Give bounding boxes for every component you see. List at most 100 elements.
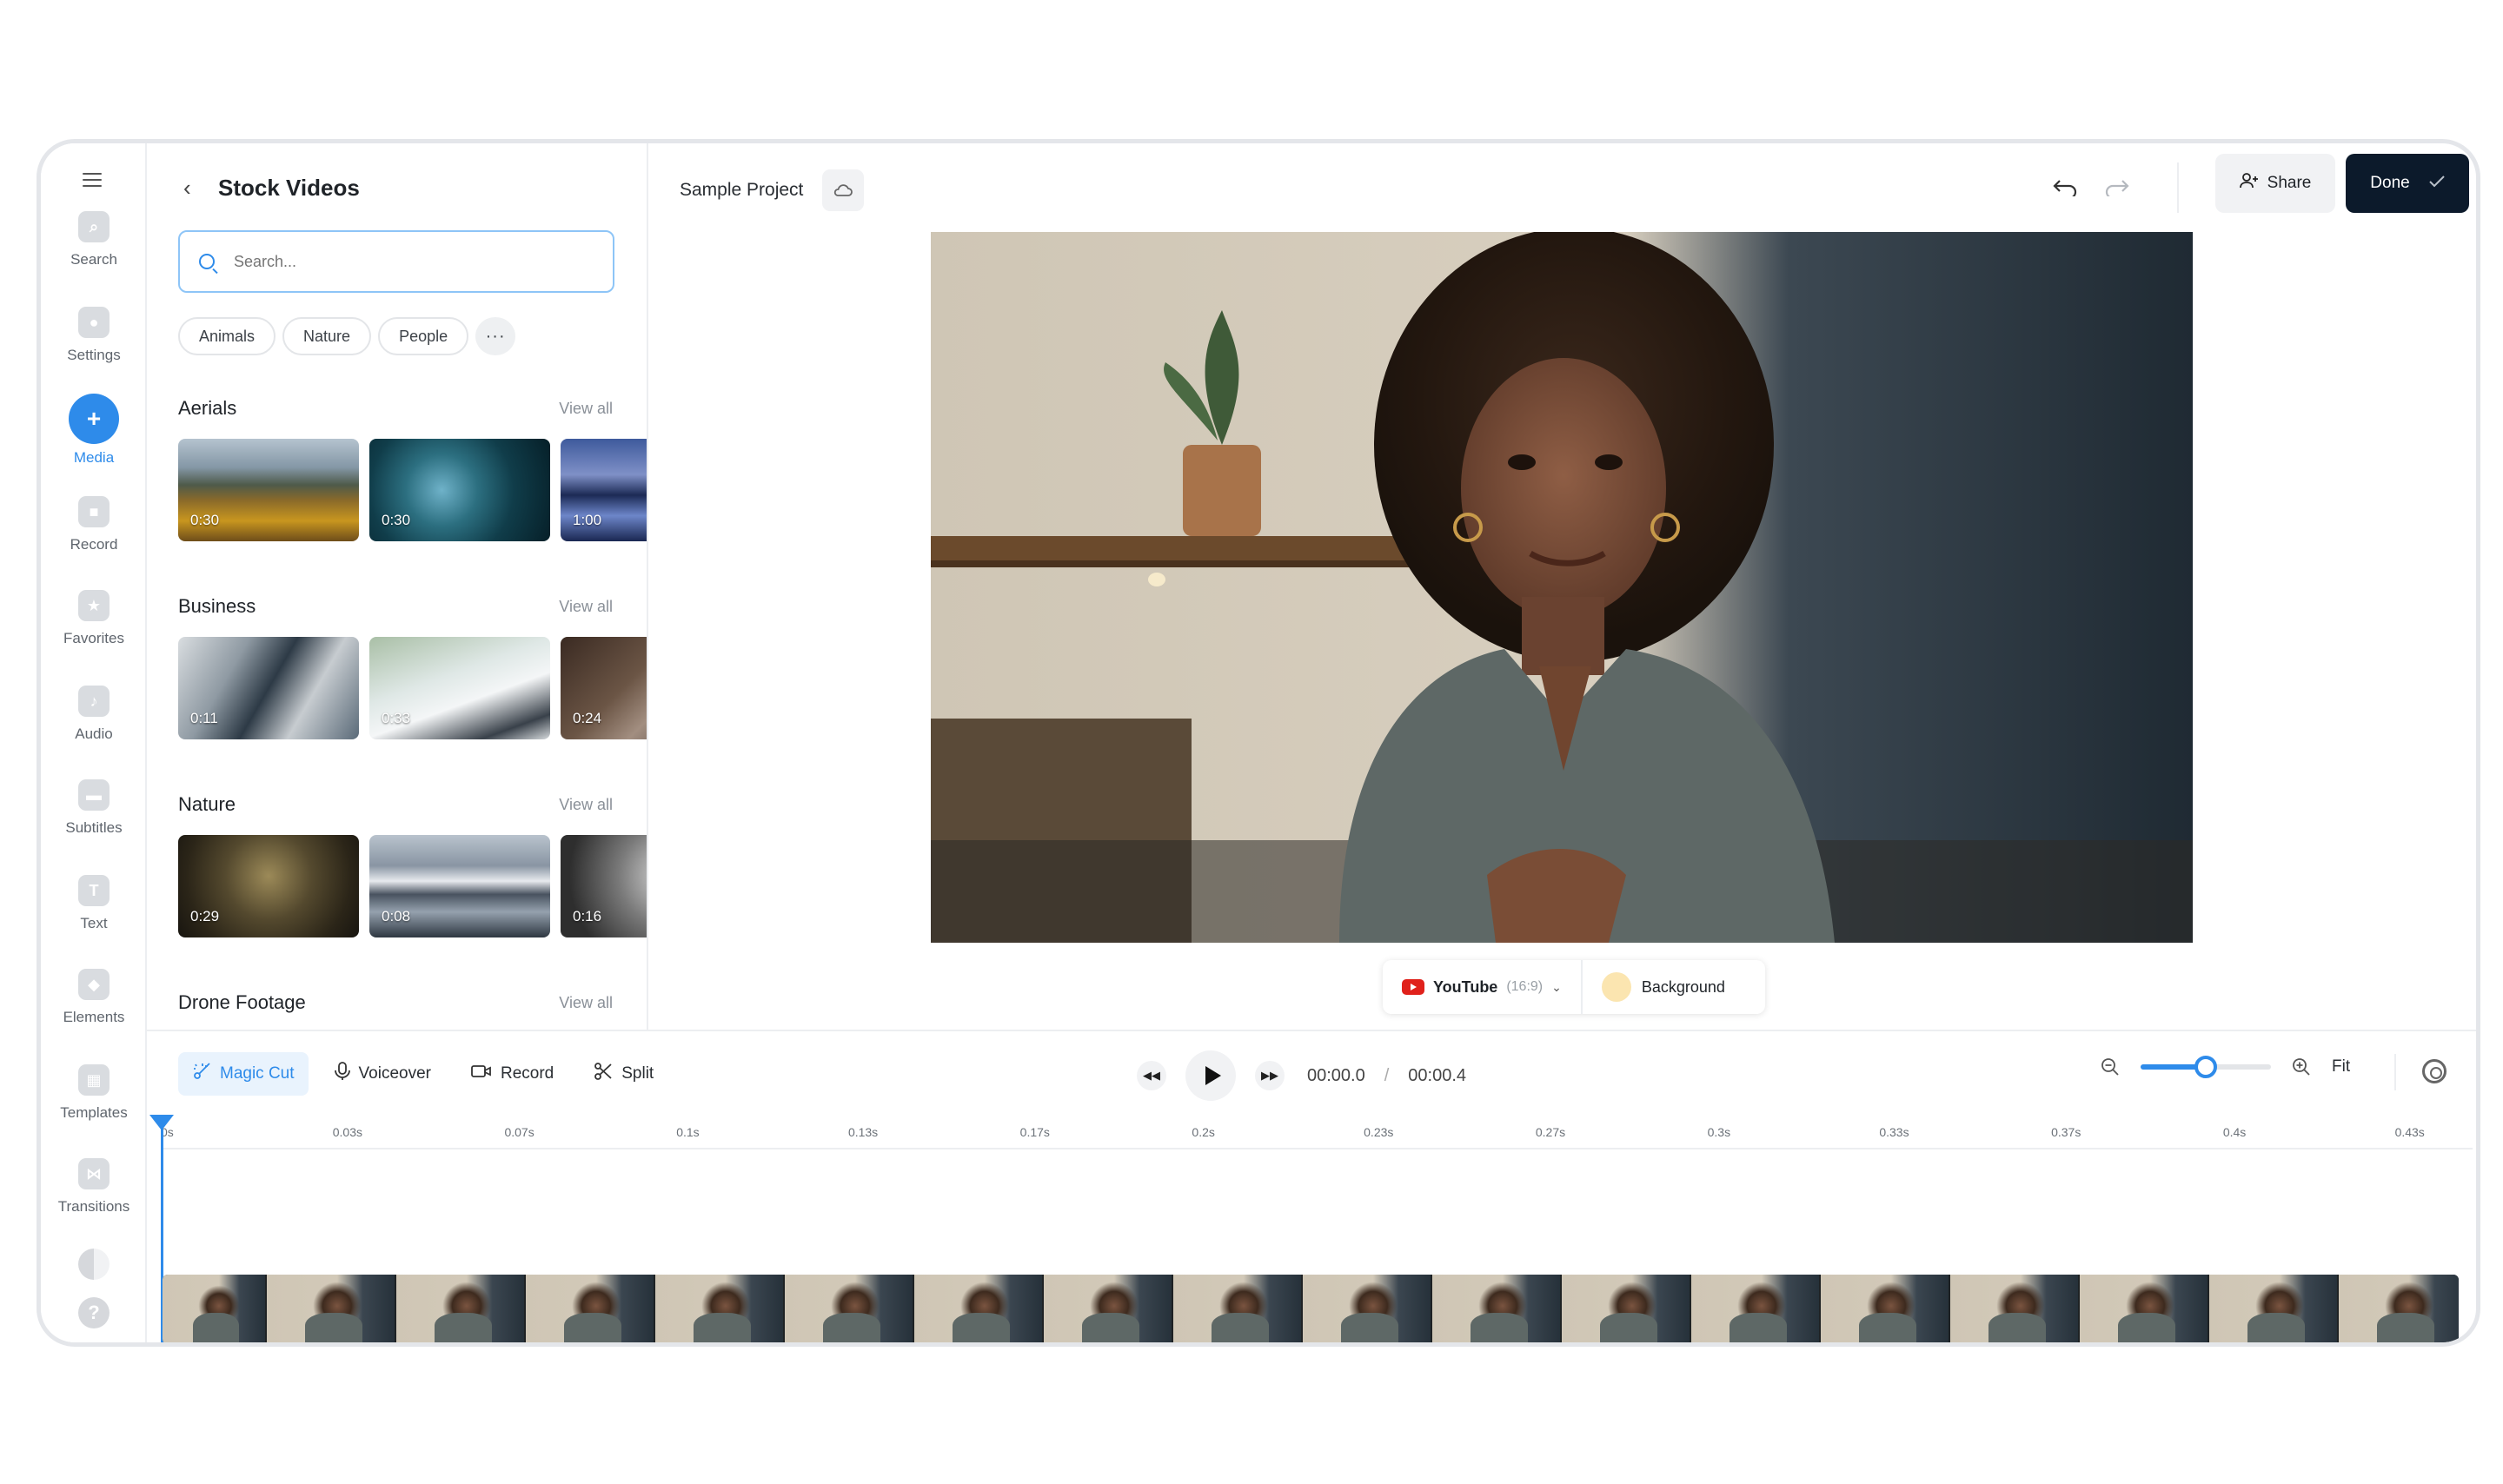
view-all-link[interactable]: View all: [559, 598, 613, 616]
clip-frame-thumbnail: [2209, 1275, 2339, 1342]
view-all-link[interactable]: View all: [559, 796, 613, 814]
project-header: Sample Project: [680, 169, 865, 211]
video-thumbnail[interactable]: 0:08: [369, 835, 550, 937]
zoom-slider-handle[interactable]: [2194, 1056, 2217, 1078]
rail-item-favorites[interactable]: ★ Favorites: [41, 590, 147, 647]
ruler-tick-label: 0.27s: [1535, 1125, 1566, 1139]
search-icon: ⌕: [78, 211, 110, 242]
magic-cut-button[interactable]: Magic Cut: [178, 1052, 309, 1096]
total-time: 00:00.4: [1408, 1065, 1467, 1085]
search-icon: [199, 254, 215, 269]
clip-frame-thumbnail: [1562, 1275, 1691, 1342]
video-preview[interactable]: [931, 232, 2193, 943]
rail-item-elements[interactable]: ◆ Elements: [41, 969, 147, 1026]
done-button[interactable]: Done: [2346, 154, 2469, 213]
rail-item-search[interactable]: ⌕ Search: [41, 211, 147, 268]
clip-frame-thumbnail: [396, 1275, 526, 1342]
ruler-tick-label: 0.3s: [1707, 1125, 1731, 1139]
hamburger-menu-icon[interactable]: [83, 173, 102, 187]
rewind-icon[interactable]: ◀◀: [1137, 1061, 1166, 1090]
background-color-swatch: [1601, 972, 1631, 1002]
video-thumbnail[interactable]: 0:24: [561, 637, 647, 739]
rail-item-settings[interactable]: ● Settings: [41, 307, 147, 364]
background-label: Background: [1641, 977, 1725, 996]
rail-item-text[interactable]: T Text: [41, 875, 147, 932]
split-button[interactable]: Split: [580, 1052, 667, 1096]
clip-frame-thumbnail: [526, 1275, 655, 1342]
redo-icon[interactable]: [2097, 168, 2137, 208]
video-thumbnail[interactable]: 0:29: [178, 835, 359, 937]
stock-videos-panel: ‹ Stock Videos Animals Nature People ···…: [147, 143, 648, 1030]
voiceover-button[interactable]: Voiceover: [321, 1052, 445, 1096]
zoom-slider[interactable]: [2141, 1056, 2271, 1078]
share-button[interactable]: Share: [2215, 154, 2335, 213]
background-button[interactable]: Background: [1583, 972, 1744, 1002]
video-clip-track[interactable]: [163, 1275, 2459, 1342]
video-thumbnail[interactable]: 0:30: [178, 439, 359, 541]
clip-frame-thumbnail: [1950, 1275, 2080, 1342]
ruler-tick-label: 0.13s: [847, 1125, 879, 1139]
undo-icon[interactable]: [2045, 168, 2085, 208]
edit-tools: Magic Cut Voiceover Record Split: [178, 1052, 667, 1096]
record-button[interactable]: Record: [457, 1052, 568, 1096]
chip-people[interactable]: People: [378, 317, 469, 355]
search-input[interactable]: [234, 252, 564, 271]
chip-nature[interactable]: Nature: [282, 317, 372, 355]
view-all-link[interactable]: View all: [559, 400, 613, 418]
settings-gear-icon[interactable]: [2422, 1059, 2447, 1083]
view-all-link[interactable]: View all: [559, 994, 613, 1012]
zoom-out-icon[interactable]: [2099, 1056, 2121, 1078]
rail-item-subtitles[interactable]: ▬ Subtitles: [41, 779, 147, 837]
video-thumbnail[interactable]: 0:30: [369, 439, 550, 541]
rail-item-templates[interactable]: ▦ Templates: [41, 1064, 147, 1122]
rail-item-record[interactable]: ■ Record: [41, 496, 147, 553]
check-icon: [2428, 174, 2445, 193]
rail-item-media[interactable]: + Media: [41, 394, 147, 467]
ruler-tick-label: 0.03s: [332, 1125, 362, 1139]
youtube-icon: [1402, 979, 1424, 995]
done-label: Done: [2370, 174, 2410, 192]
ruler-tick-label: 0.23s: [1364, 1125, 1394, 1139]
zoom-controls: Fit: [2099, 1056, 2350, 1078]
video-thumbnail[interactable]: 1:00: [561, 439, 647, 541]
help-icon[interactable]: ?: [78, 1297, 110, 1328]
ruler-tick-label: 0.4s: [2222, 1125, 2247, 1139]
chip-animals[interactable]: Animals: [178, 317, 276, 355]
format-bar: YouTube (16:9) ⌄ Background: [1383, 960, 1765, 1014]
video-thumbnail[interactable]: 0:33: [369, 637, 550, 739]
search-field[interactable]: [178, 230, 614, 293]
video-thumbnail[interactable]: 0:16: [561, 835, 647, 937]
rail-item-label: Record: [70, 536, 118, 553]
rail-item-label: Transitions: [57, 1198, 130, 1215]
preview-frame-image: [931, 232, 2193, 943]
fit-button[interactable]: Fit: [2332, 1057, 2350, 1077]
video-thumbnail[interactable]: 0:11: [178, 637, 359, 739]
chevron-left-icon[interactable]: ‹: [183, 175, 191, 202]
divider: [2394, 1054, 2396, 1090]
cloud-icon[interactable]: [822, 169, 865, 211]
section-title: Aerials: [178, 397, 237, 419]
clip-frame-thumbnail: [1432, 1275, 1562, 1342]
theme-toggle-icon[interactable]: [78, 1249, 110, 1280]
play-button[interactable]: [1185, 1050, 1236, 1101]
ruler-tick-label: 0.2s: [1192, 1125, 1215, 1139]
section-nature: Nature View all 0:29 0:08 0:16: [178, 792, 647, 937]
more-chips-button[interactable]: ···: [475, 317, 516, 355]
rail-item-label: Text: [80, 915, 108, 931]
rail-item-audio[interactable]: ♪ Audio: [41, 686, 147, 743]
divider: [2177, 162, 2179, 213]
plus-icon: +: [69, 394, 119, 444]
format-dropdown[interactable]: YouTube (16:9) ⌄: [1383, 960, 1583, 1014]
format-platform: YouTube: [1433, 977, 1498, 996]
project-name[interactable]: Sample Project: [680, 180, 803, 201]
timeline-ruler[interactable]: 0s 0.03s 0.07s 0.1s 0.13s 0.17s 0.2s 0.23s 0.27s…: [161, 1115, 2473, 1149]
fast-forward-icon[interactable]: ▶▶: [1255, 1061, 1285, 1090]
clip-frame-thumbnail: [1044, 1275, 1173, 1342]
left-rail: ⌕ Search ● Settings + Media ■ Record ★ Favorites ♪…: [41, 143, 147, 1342]
section-aerials: Aerials View all 0:30 0:30 1:00: [178, 395, 647, 541]
zoom-in-icon[interactable]: [2290, 1056, 2313, 1078]
music-note-icon: ♪: [78, 686, 110, 717]
clip-frame-thumbnail: [2080, 1275, 2209, 1342]
ruler-tick-label: 0.33s: [1879, 1125, 1909, 1139]
rail-item-transitions[interactable]: ⋈ Transitions: [41, 1158, 147, 1216]
